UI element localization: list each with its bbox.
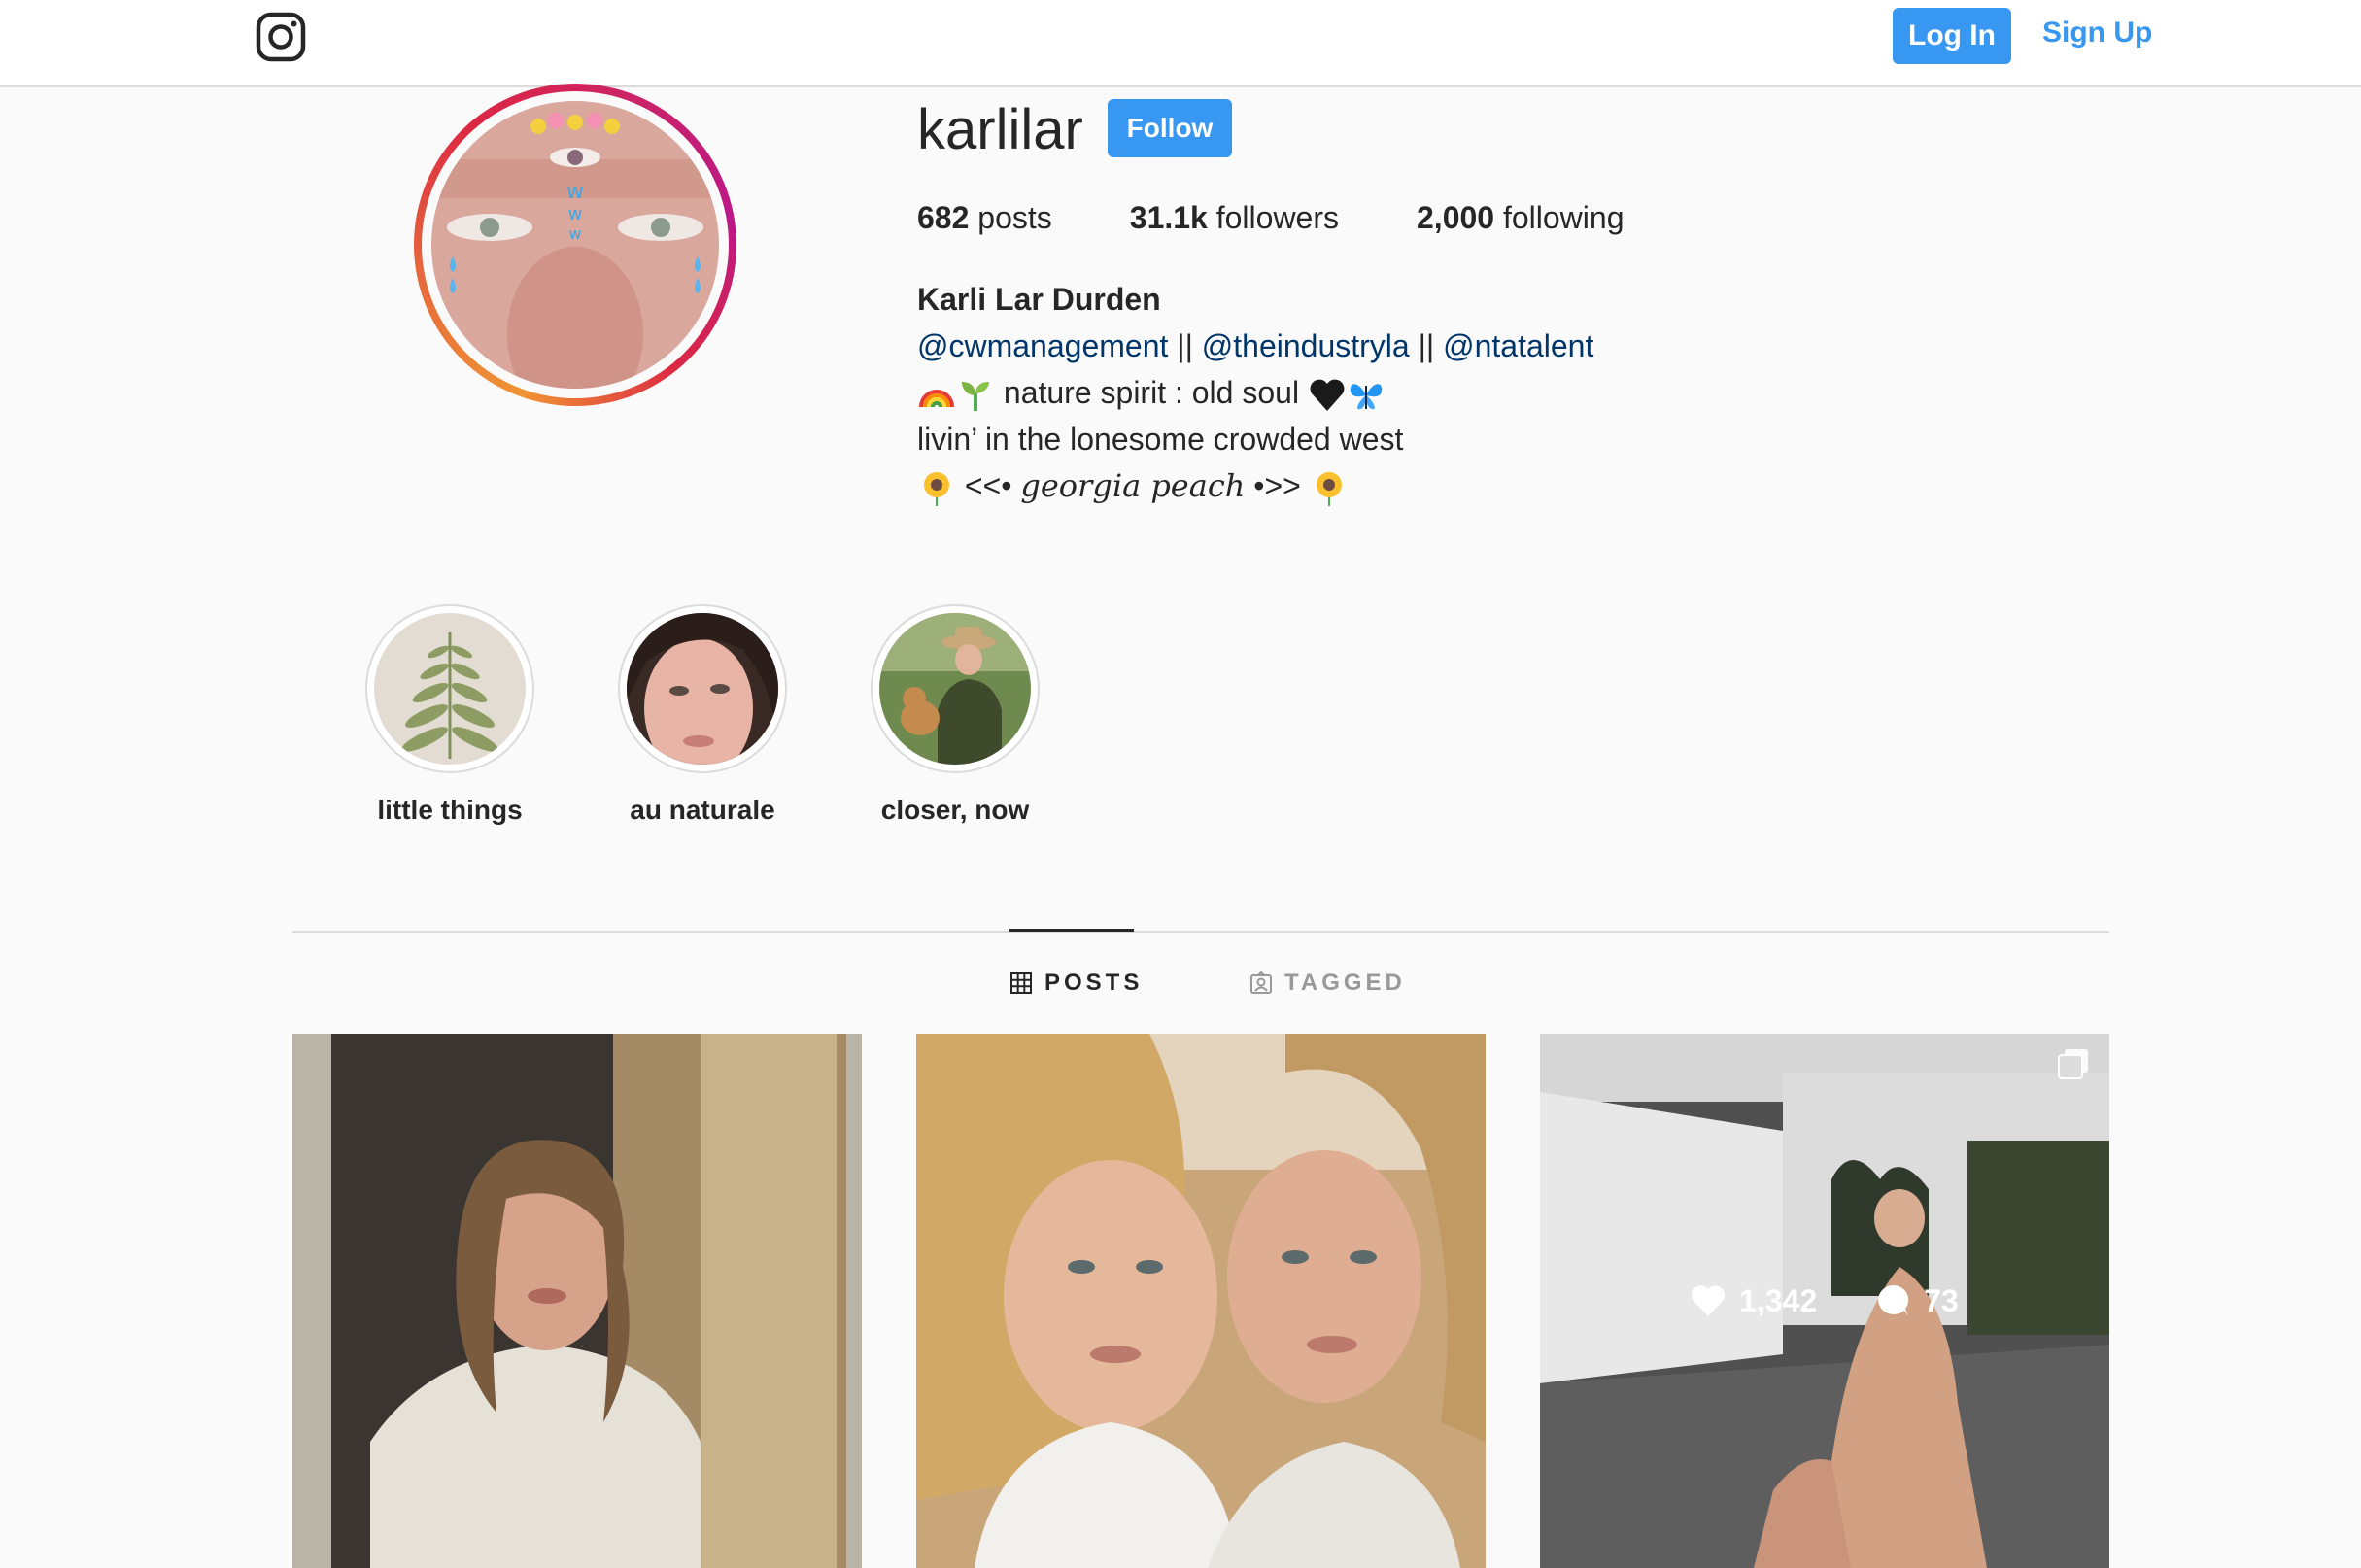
profile-avatar-story-ring[interactable]: w w w: [414, 84, 736, 406]
highlight-cover-fern: [374, 613, 526, 765]
highlight-ring: [871, 604, 1040, 773]
log-in-button[interactable]: Log In: [1893, 8, 2011, 64]
grid-icon: [1010, 972, 1032, 994]
post-image-two-friends-selfie: [916, 1034, 1486, 1568]
follow-button[interactable]: Follow: [1108, 99, 1232, 157]
bio-line-4-suffix: •>>: [1253, 468, 1301, 503]
profile-full-name: Karli Lar Durden: [917, 282, 1161, 317]
bio-line-4-prefix: <<•: [964, 468, 1012, 503]
posts-count: 682 posts: [917, 194, 1052, 241]
sunflower-icon: [924, 471, 949, 506]
seedling-icon: [962, 381, 989, 411]
multiple-images-icon: [2058, 1049, 2088, 1079]
profile-bio: Karli Lar Durden @cwmanagement || @thein…: [917, 276, 1986, 509]
story-highlight-closer-now[interactable]: closer, now: [853, 604, 1057, 830]
post-image-courtyard-swimsuit: [1540, 1034, 2109, 1568]
story-highlight-au-naturale[interactable]: au naturale: [600, 604, 804, 830]
posts-count-value: 682: [917, 200, 970, 235]
tab-posts-label: POSTS: [1044, 970, 1144, 996]
svg-text:w: w: [568, 224, 581, 243]
mention-link-cwmanagement[interactable]: @cwmanagement: [917, 328, 1168, 363]
black-heart-icon: [1310, 379, 1345, 411]
profile-stats: 682 posts 31.1k followers 2,000 followin…: [917, 194, 1701, 241]
highlight-cover-face: [627, 613, 778, 765]
post-thumbnail[interactable]: [292, 1034, 862, 1568]
tab-tagged-label: TAGGED: [1284, 970, 1406, 996]
followers-count-label: followers: [1215, 200, 1339, 235]
tab-tagged[interactable]: TAGGED: [1249, 964, 1406, 1003]
bio-line-2-text: nature spirit : old soul: [1003, 375, 1300, 410]
highlight-label: au naturale: [630, 795, 775, 825]
mention-link-ntatalent[interactable]: @ntatalent: [1443, 328, 1593, 363]
profile-username: karlilar: [917, 98, 1083, 161]
posts-count-label: posts: [977, 200, 1052, 235]
post-image-polaroid-portrait: [292, 1034, 862, 1568]
followers-count-value: 31.1k: [1129, 200, 1208, 235]
highlight-label: closer, now: [880, 795, 1030, 825]
highlight-ring: [618, 604, 787, 773]
avatar: w w w: [431, 101, 719, 389]
bio-line-2: nature spirit : old soul: [917, 369, 1986, 416]
sign-up-link[interactable]: Sign Up: [2042, 12, 2152, 54]
mention-link-theindustryla[interactable]: @theindustryla: [1202, 328, 1410, 363]
highlight-ring: [365, 604, 534, 773]
following-count-value: 2,000: [1417, 200, 1495, 235]
followers-count[interactable]: 31.1k followers: [1130, 194, 1339, 241]
post-thumbnail[interactable]: [916, 1034, 1486, 1568]
svg-text:w: w: [566, 180, 584, 204]
highlight-cover-woman-with-dog: [879, 613, 1031, 765]
bio-line-4: <<• georgia peach •>>: [917, 462, 1986, 509]
tagged-user-icon: [1250, 971, 1272, 994]
following-count-label: following: [1502, 200, 1625, 235]
instagram-icon[interactable]: [256, 12, 306, 62]
following-count[interactable]: 2,000 following: [1417, 194, 1624, 241]
bio-line-4-script-text: georgia peach: [1020, 467, 1246, 504]
bio-line-3: livin’ in the lonesome crowded west: [917, 422, 1404, 457]
story-highlight-little-things[interactable]: little things: [348, 604, 552, 830]
top-navigation-bar: Log In Sign Up: [0, 0, 2361, 87]
post-thumbnail[interactable]: 1,342 73: [1540, 1034, 2109, 1568]
sunflower-icon: [1316, 471, 1342, 506]
bio-separator: ||: [1177, 328, 1193, 363]
butterfly-icon: [1350, 383, 1383, 409]
bio-line-mentions: @cwmanagement || @theindustryla || @ntat…: [917, 323, 1986, 369]
rainbow-icon: [919, 389, 954, 407]
bio-separator: ||: [1418, 328, 1435, 363]
highlight-label: little things: [377, 795, 523, 825]
svg-text:w: w: [568, 204, 583, 224]
tabs-divider: [292, 931, 2109, 933]
tab-posts[interactable]: POSTS: [1009, 964, 1143, 1003]
active-tab-indicator: [1009, 929, 1134, 932]
